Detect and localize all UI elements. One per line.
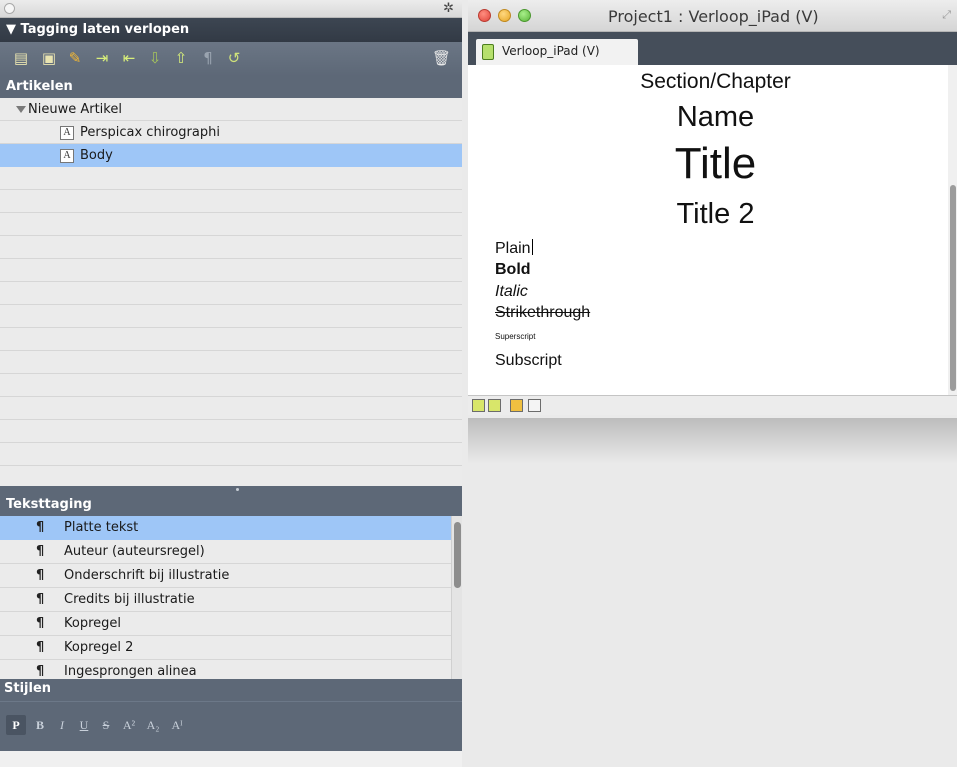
teksttaging-item-selected[interactable]: ¶ Platte tekst [0, 516, 451, 540]
teksttaging-item[interactable]: ¶ Kopregel 2 [0, 636, 451, 660]
teksttaging-item[interactable]: ¶ Auteur (auteursregel) [0, 540, 451, 564]
teksttaging-item[interactable]: ¶ Onderschrift bij illustratie [0, 564, 451, 588]
teksttaging-item-label: Kopregel 2 [64, 640, 134, 655]
paragraph-icon[interactable]: ¶ [199, 49, 217, 67]
window-titlebar[interactable]: Project1 : Verloop_iPad (V) ⤢ [468, 0, 957, 32]
plain-style-button[interactable]: P [6, 715, 26, 735]
view-list-icon[interactable] [472, 399, 485, 412]
trash-icon[interactable]: 🗑 [432, 49, 451, 67]
pilcrow-icon: ¶ [36, 520, 45, 535]
plain-text[interactable]: Plain [495, 239, 533, 258]
tree-item-label: Perspicax chirographi [80, 125, 220, 140]
pilcrow-icon: ¶ [36, 544, 45, 559]
refresh-icon[interactable]: ↺ [225, 49, 243, 67]
move-down-icon[interactable]: ⇩ [146, 49, 164, 67]
plain-text-label: Plain [495, 240, 531, 257]
fullscreen-icon[interactable]: ⤢ [942, 9, 951, 22]
italic-text[interactable]: Italic [495, 283, 528, 301]
teksttaging-item[interactable]: ¶ Kopregel [0, 612, 451, 636]
articles-header: Artikelen [0, 76, 462, 98]
stijlen-header: Stijlen [0, 679, 462, 701]
teksttaging-list: ¶ Platte tekst ¶ Auteur (auteursregel) ¶ On… [0, 516, 462, 679]
subscript-style-button[interactable]: A₂ [144, 715, 162, 735]
text-cursor [531, 239, 533, 255]
smallcaps-style-button[interactable]: Aᴵ [168, 715, 186, 735]
disclosure-triangle-icon[interactable] [16, 106, 26, 113]
tree-root-label: Nieuwe Artikel [28, 102, 122, 117]
title2-text[interactable]: Title 2 [468, 198, 957, 231]
document-scrollbar[interactable] [948, 65, 957, 395]
view-split-icon[interactable] [488, 399, 501, 412]
teksttaging-item-label: Onderschrift bij illustratie [64, 568, 230, 583]
import-icon[interactable]: ⇥ [93, 49, 111, 67]
article-tree: Nieuwe Artikel A Perspicax chirographi AB… [0, 98, 462, 486]
teksttaging-item[interactable]: ¶ Credits bij illustratie [0, 588, 451, 612]
teksttaging-item-label: Auteur (auteursregel) [64, 544, 205, 559]
window-statusbar [468, 395, 957, 415]
window-title: Project1 : Verloop_iPad (V) [608, 7, 819, 26]
export-icon[interactable]: ⇤ [120, 49, 138, 67]
subscript-text[interactable]: Subscript [495, 352, 562, 370]
palette-close-button[interactable] [4, 3, 15, 14]
gear-icon[interactable]: ✲ [443, 1, 454, 16]
italic-style-button[interactable]: I [54, 715, 70, 735]
close-window-button[interactable] [478, 9, 491, 22]
document-canvas[interactable]: Section/Chapter Name Title Title 2 Plain… [468, 65, 948, 395]
window-shadow [468, 418, 957, 464]
tree-item[interactable]: A Perspicax chirographi [0, 121, 462, 144]
document-view-icon[interactable] [528, 399, 541, 412]
underline-style-button[interactable]: U [76, 715, 92, 735]
teksttaging-item-label: Kopregel [64, 616, 122, 631]
tab-label: Verloop_iPad (V) [502, 44, 600, 58]
move-up-icon[interactable]: ⇧ [172, 49, 190, 67]
text-component-icon: A [60, 148, 74, 163]
title-text[interactable]: Title [468, 139, 957, 189]
divider-handle-icon [236, 488, 239, 491]
teksttaging-item-label: Credits bij illustratie [64, 592, 195, 607]
bold-text[interactable]: Bold [495, 261, 531, 279]
tree-item-label: Body [80, 148, 113, 163]
ipad-icon [482, 44, 494, 60]
pilcrow-icon: ¶ [36, 592, 45, 607]
split-divider[interactable] [0, 486, 462, 494]
tab-verloop-ipad[interactable]: Verloop_iPad (V) [476, 39, 638, 65]
tree-root-article[interactable]: Nieuwe Artikel [0, 98, 462, 121]
teksttaging-item-label: Ingesprongen alinea [64, 664, 197, 679]
scrollbar-thumb[interactable] [454, 522, 461, 588]
teksttaging-scrollbar[interactable] [451, 516, 462, 679]
text-component-icon: A [60, 125, 74, 140]
section-chapter-text[interactable]: Section/Chapter [468, 70, 957, 94]
teksttaging-item-label: Platte tekst [64, 520, 139, 535]
minimize-window-button[interactable] [498, 9, 511, 22]
zoom-window-button[interactable] [518, 9, 531, 22]
teksttaging-item[interactable]: ¶ Ingesprongen alinea [0, 660, 451, 679]
style-buttons-bar: P B I U S A² A₂ Aᴵ [0, 701, 462, 751]
strikethrough-text[interactable]: Strikethrough [495, 304, 590, 322]
pilcrow-icon: ¶ [36, 664, 45, 679]
bold-style-button[interactable]: B [32, 715, 48, 735]
teksttaging-header: Teksttaging [0, 494, 462, 516]
document-window: Project1 : Verloop_iPad (V) ⤢ Verloop_iP… [468, 0, 957, 420]
add-component-icon[interactable]: ▣ [40, 49, 58, 67]
name-text[interactable]: Name [468, 101, 957, 134]
document-scrollbar-thumb[interactable] [950, 185, 956, 391]
superscript-style-button[interactable]: A² [120, 715, 138, 735]
tree-item-selected[interactable]: A Body [0, 144, 462, 167]
strikethrough-style-button[interactable]: S [98, 715, 114, 735]
superscript-text[interactable]: Superscript [495, 332, 535, 341]
pilcrow-icon: ¶ [36, 640, 45, 655]
document-tabbar: Verloop_iPad (V) [468, 32, 957, 65]
tagging-palette: ✲ ▼ Tagging laten verlopen ▤ ▣ ✎ ⇥ ⇤ ⇩ ⇧… [0, 0, 462, 767]
section-header[interactable]: ▼ Tagging laten verlopen [0, 18, 462, 42]
pilcrow-icon: ¶ [36, 616, 45, 631]
add-article-icon[interactable]: ▤ [12, 49, 30, 67]
link-arrow-icon[interactable] [510, 399, 523, 412]
edit-pencil-icon[interactable]: ✎ [66, 49, 84, 67]
pilcrow-icon: ¶ [36, 568, 45, 583]
article-toolbar: ▤ ▣ ✎ ⇥ ⇤ ⇩ ⇧ ¶ ↺ 🗑 [0, 42, 462, 76]
palette-titlebar: ✲ [0, 0, 462, 18]
